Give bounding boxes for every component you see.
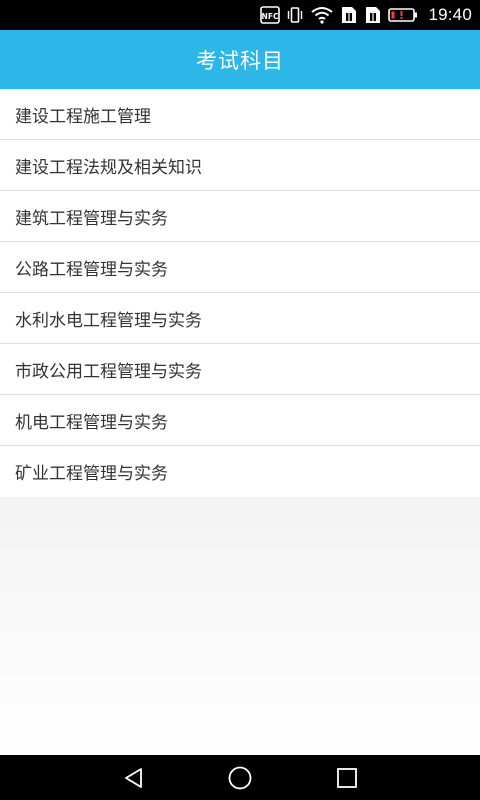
list-item[interactable]: 建设工程施工管理 bbox=[0, 89, 480, 140]
recent-apps-icon bbox=[337, 767, 357, 788]
back-button[interactable] bbox=[104, 755, 164, 800]
list-item[interactable]: 公路工程管理与实务 bbox=[0, 242, 480, 293]
list-item[interactable]: 矿业工程管理与实务 bbox=[0, 446, 480, 496]
list-item-label: 市政公用工程管理与实务 bbox=[15, 361, 202, 382]
list-item-label: 公路工程管理与实务 bbox=[15, 259, 168, 280]
title-bar: 考试科目 bbox=[0, 30, 480, 89]
vibrate-icon bbox=[288, 7, 303, 23]
list-item[interactable]: 水利水电工程管理与实务 bbox=[0, 293, 480, 344]
sim1-icon bbox=[342, 7, 357, 23]
status-time: 19:40 bbox=[428, 5, 472, 24]
empty-area bbox=[0, 497, 480, 755]
app-screen: NFC 19:40 考试科目 建设工程施工管理 建设工程法规及相关知识 建筑工程… bbox=[0, 0, 480, 800]
back-icon bbox=[125, 767, 142, 788]
nfc-icon: NFC bbox=[260, 6, 281, 24]
page-title: 考试科目 bbox=[196, 48, 284, 73]
navigation-bar bbox=[0, 755, 480, 800]
list-item-label: 矿业工程管理与实务 bbox=[15, 463, 168, 484]
svg-text:NFC: NFC bbox=[262, 12, 279, 21]
recent-apps-button[interactable] bbox=[317, 755, 377, 800]
status-icons: NFC 19:40 bbox=[260, 0, 472, 30]
list-item[interactable]: 建设工程法规及相关知识 bbox=[0, 140, 480, 191]
status-bar: NFC 19:40 bbox=[0, 0, 480, 30]
list-item[interactable]: 建筑工程管理与实务 bbox=[0, 191, 480, 242]
list-item[interactable]: 机电工程管理与实务 bbox=[0, 395, 480, 446]
list-item[interactable]: 市政公用工程管理与实务 bbox=[0, 344, 480, 395]
sim2-icon bbox=[366, 7, 381, 23]
list-item-label: 水利水电工程管理与实务 bbox=[15, 310, 202, 331]
list-item-label: 建设工程施工管理 bbox=[15, 106, 151, 127]
wifi-icon bbox=[311, 7, 334, 24]
list-item-label: 建设工程法规及相关知识 bbox=[15, 157, 202, 178]
battery-low-icon bbox=[388, 8, 418, 22]
list-item-label: 建筑工程管理与实务 bbox=[15, 208, 168, 229]
list-item-label: 机电工程管理与实务 bbox=[15, 412, 168, 433]
home-button[interactable] bbox=[210, 755, 270, 800]
home-icon bbox=[228, 766, 252, 789]
subject-list: 建设工程施工管理 建设工程法规及相关知识 建筑工程管理与实务 公路工程管理与实务… bbox=[0, 89, 480, 496]
